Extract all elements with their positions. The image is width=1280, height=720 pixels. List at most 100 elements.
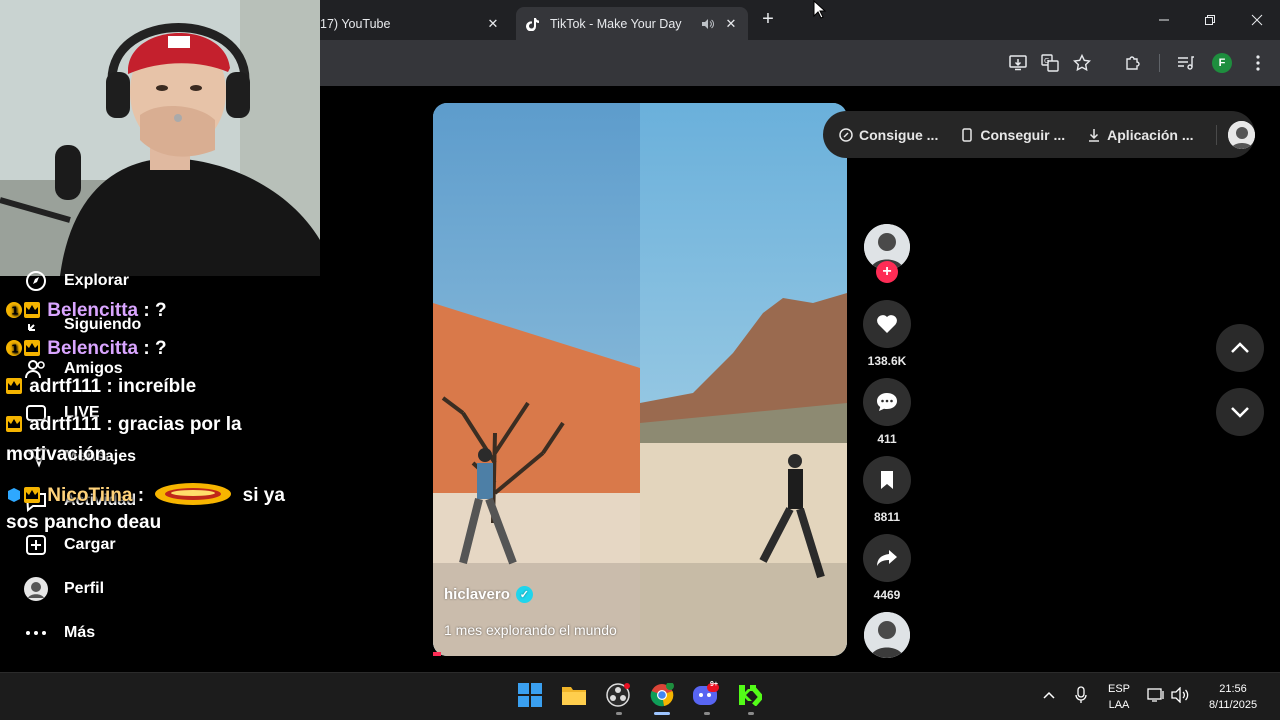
verified-badge-icon: ✓ [515, 586, 533, 603]
get-coins-link[interactable]: Consigue ... [839, 127, 938, 143]
chat-message-wrap: motivación [6, 444, 107, 465]
speaker-icon[interactable] [700, 17, 714, 31]
share-button[interactable] [863, 534, 911, 582]
phone-icon [960, 127, 974, 142]
bookmark-star-icon[interactable] [1070, 51, 1094, 75]
chrome-icon[interactable] [649, 682, 675, 708]
video-player[interactable] [433, 103, 847, 656]
kick-icon[interactable] [737, 682, 763, 708]
network-icon[interactable] [1143, 682, 1169, 708]
profile-avatar[interactable]: F [1212, 53, 1232, 73]
file-explorer-icon[interactable] [561, 682, 587, 708]
close-tab-icon[interactable]: ✕ [722, 15, 740, 33]
next-video-button[interactable] [1216, 388, 1264, 436]
windows-start-icon[interactable] [517, 682, 543, 708]
media-controls-icon[interactable] [1174, 51, 1198, 75]
sidebar-item-cargar[interactable]: Cargar [22, 532, 116, 558]
crown-icon [6, 416, 22, 432]
chat-text: si ya [237, 485, 285, 506]
chat-message-wrap: sos pancho deau [6, 512, 162, 533]
follow-button[interactable]: + [876, 261, 898, 283]
restore-button[interactable] [1187, 0, 1233, 40]
user-avatar[interactable] [1228, 120, 1255, 149]
comment-count: 411 [877, 432, 897, 446]
video-progress-bar[interactable] [433, 652, 441, 656]
chevron-up-icon [1231, 342, 1249, 353]
get-app-link[interactable]: Conseguir ... [960, 127, 1065, 143]
streamer-camera-feed [0, 0, 320, 276]
minimize-button[interactable] [1141, 0, 1187, 40]
tab-tiktok[interactable]: TikTok - Make Your Day ✕ [516, 7, 748, 40]
chat-text: : increíble [101, 376, 197, 397]
coin-icon [839, 127, 853, 142]
top-actions-bar: Consigue ... Conseguir ... Aplicación ..… [823, 111, 1255, 158]
author-name: hiclavero [444, 586, 510, 603]
share-icon [877, 550, 897, 566]
clock-time[interactable]: 21:56 [1196, 683, 1270, 695]
language-code[interactable]: ESP [1104, 683, 1134, 695]
restore-icon [1205, 15, 1215, 25]
comment-button[interactable] [863, 378, 911, 426]
save-button[interactable] [863, 456, 911, 504]
like-button[interactable] [863, 300, 911, 348]
video-caption: 1 mes explorando el mundo [444, 622, 617, 638]
tab-youtube[interactable]: 17) YouTube ✕ [320, 7, 510, 40]
discord-icon[interactable]: 9+ [693, 681, 719, 708]
obs-icon[interactable] [605, 682, 631, 708]
crown-icon [24, 487, 40, 503]
more-icon [22, 620, 50, 646]
kick-running-indicator [748, 712, 754, 715]
compass-icon [22, 268, 50, 294]
tab-title: 17) YouTube [320, 16, 391, 31]
chat-username: NicoTiina [47, 485, 133, 506]
rank-badge-icon: 1 [6, 302, 22, 318]
tray-overflow-icon[interactable] [1036, 682, 1062, 708]
obs-running-indicator [616, 712, 622, 715]
chat-text: : gracias por la [101, 414, 242, 435]
extensions-icon[interactable] [1121, 51, 1145, 75]
crown-icon [24, 340, 40, 356]
svg-text:1: 1 [11, 305, 19, 318]
chat-username: adrtf111 [29, 376, 102, 397]
bookmark-icon [881, 471, 893, 489]
pill-label: Aplicación ... [1107, 126, 1194, 143]
chat-text: : ? [138, 300, 167, 321]
like-count: 138.6K [867, 354, 907, 368]
webcam-overlay [0, 0, 320, 276]
sidebar-item-label: Perfil [64, 580, 105, 597]
music-disc-avatar[interactable] [864, 612, 910, 658]
mouse-cursor-icon [813, 0, 827, 19]
sidebar-item-perfil[interactable]: Perfil [22, 576, 104, 602]
tiktok-icon [526, 17, 539, 31]
svg-text:G: G [1044, 57, 1049, 65]
sidebar-item-explorar[interactable]: Explorar [22, 268, 129, 294]
clock-date[interactable]: 8/11/2025 [1196, 699, 1270, 711]
microphone-icon[interactable] [1068, 682, 1094, 708]
minimize-icon [1159, 19, 1169, 21]
install-app-icon[interactable] [1006, 51, 1030, 75]
new-tab-button[interactable]: + [758, 9, 778, 30]
share-count: 4469 [873, 588, 901, 602]
svg-text:1: 1 [11, 343, 19, 356]
chevron-down-icon [1231, 407, 1249, 418]
video-author[interactable]: hiclavero ✓ [444, 586, 533, 603]
crown-icon [6, 378, 22, 394]
chat-message: 1 Belencitta : ? [6, 338, 167, 360]
sidebar-item-mas[interactable]: Más [22, 620, 95, 646]
volume-icon[interactable] [1168, 682, 1194, 708]
close-window-button[interactable] [1234, 0, 1280, 40]
tab-title: TikTok - Make Your Day [550, 16, 682, 31]
profile-icon [22, 576, 50, 602]
chat-text: : [132, 485, 150, 506]
chat-message: 1 Belencitta : ? [6, 300, 167, 322]
menu-kebab-icon[interactable] [1246, 51, 1270, 75]
chat-message: NicoTiina : si ya [6, 481, 285, 513]
discord-running-indicator [704, 712, 710, 715]
translate-icon[interactable]: G [1038, 51, 1062, 75]
sidebar-item-label: Cargar [64, 536, 116, 553]
download-app-link[interactable]: Aplicación ... [1087, 126, 1194, 143]
comment-icon [877, 393, 897, 411]
previous-video-button[interactable] [1216, 324, 1264, 372]
close-tab-icon[interactable]: ✕ [484, 15, 502, 33]
keyboard-layout[interactable]: LAA [1104, 699, 1134, 711]
